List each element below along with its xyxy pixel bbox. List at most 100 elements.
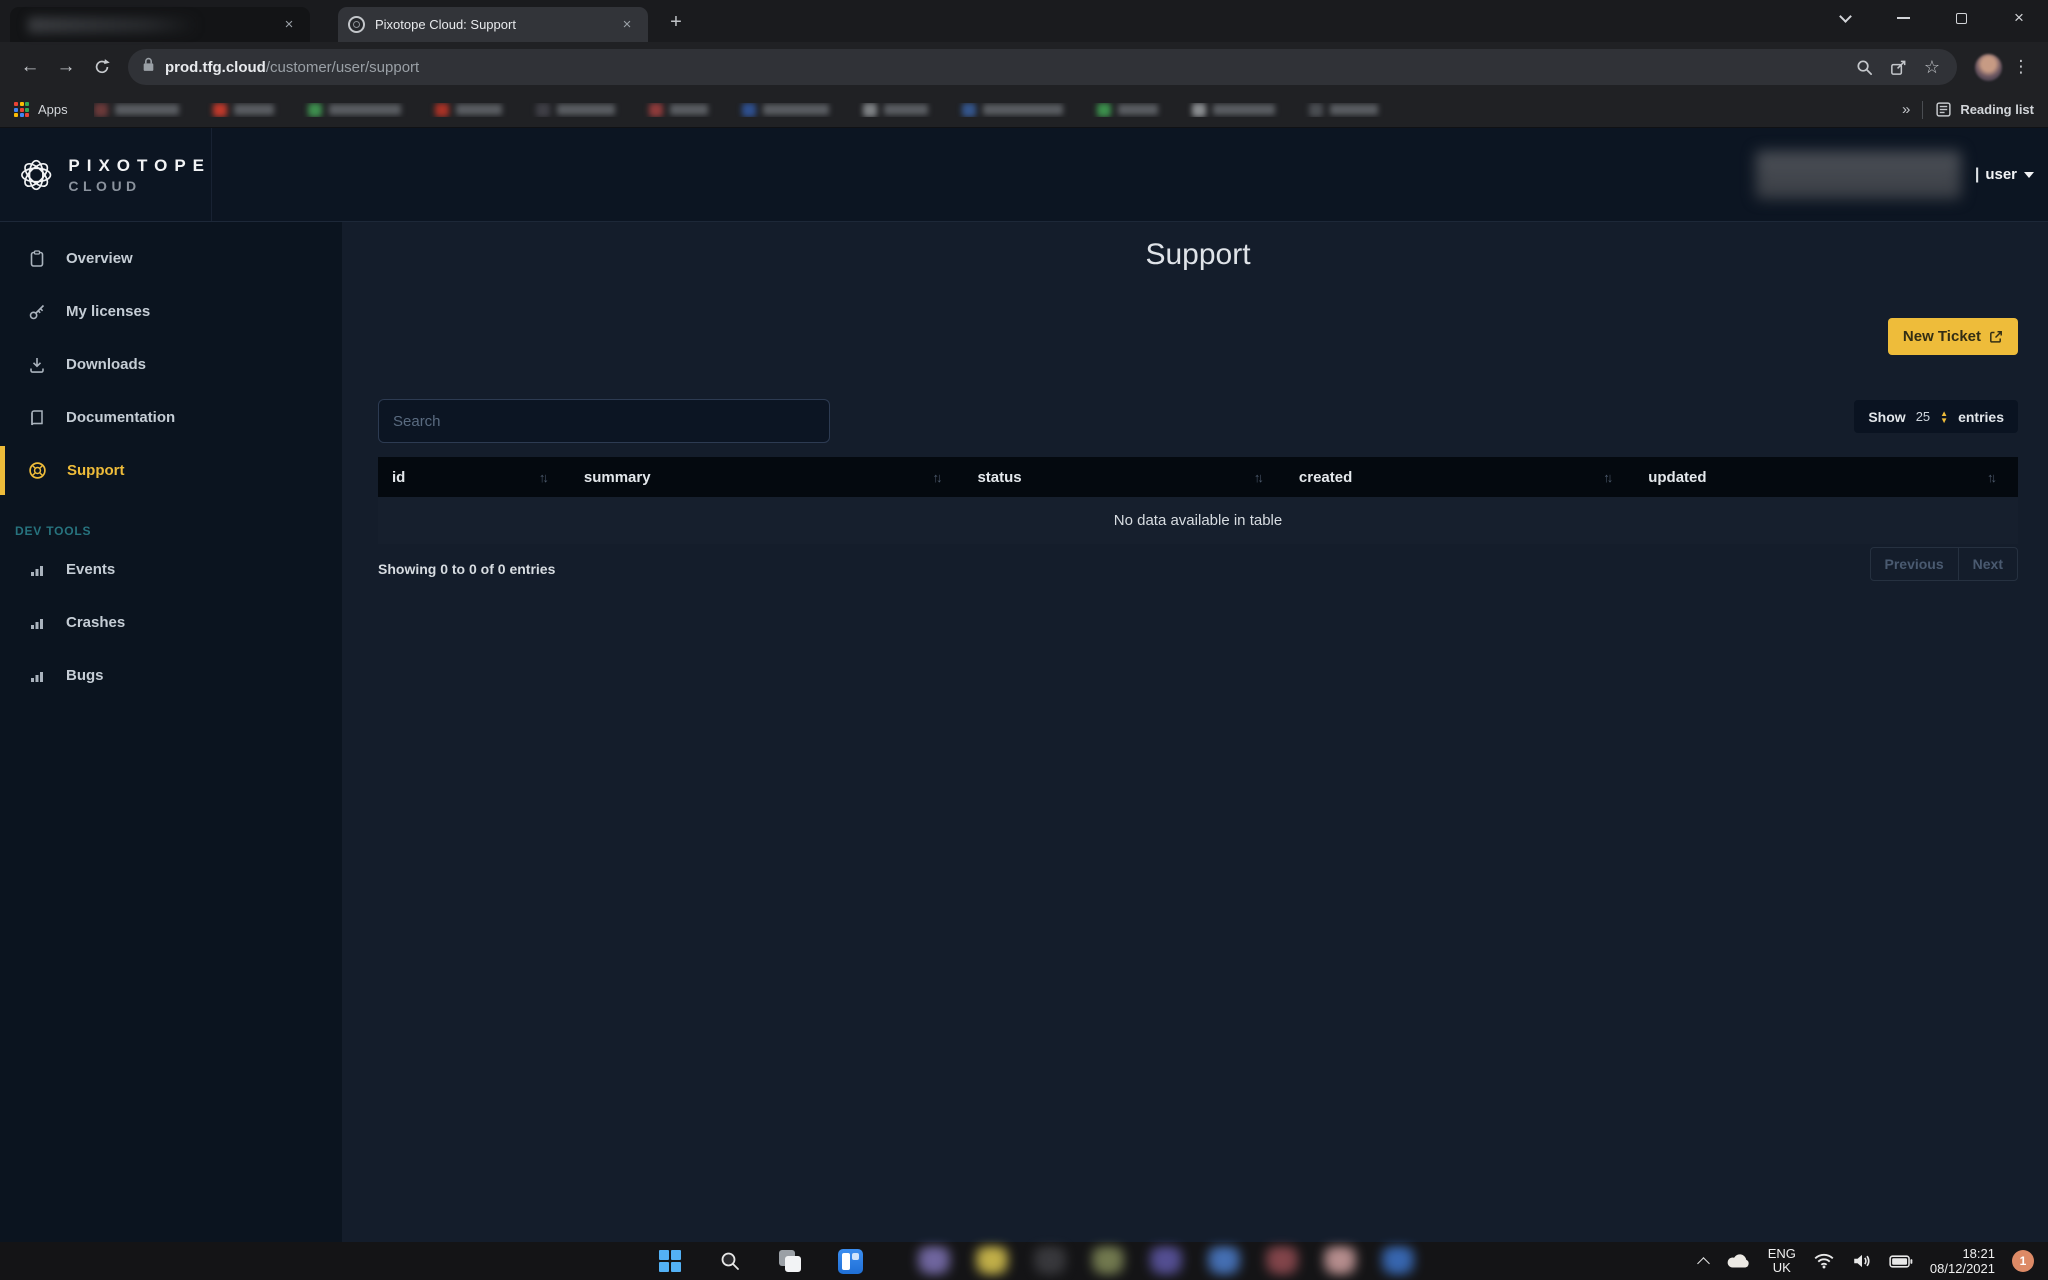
sidebar-item-overview[interactable]: Overview [0,232,342,285]
battery-icon[interactable] [1889,1255,1913,1268]
bookmark-favicon [435,103,449,117]
bookmark-title-blurred [763,104,829,115]
bookmark-item-blurred[interactable] [863,103,928,117]
taskbar-app-blurred[interactable] [1148,1246,1184,1276]
system-tray: ENG UK 18:21 08/12/2021 1 [1699,1246,2034,1276]
restore-button[interactable] [1932,0,1990,36]
taskbar-clock[interactable]: 18:21 08/12/2021 [1930,1246,1995,1276]
sidebar-item-my-licenses[interactable]: My licenses [0,285,342,338]
language-indicator[interactable]: ENG UK [1768,1247,1796,1275]
close-button[interactable]: × [1990,0,2048,36]
sort-icon[interactable]: ↑↓ [1603,470,1610,485]
bookmark-item-blurred[interactable] [1192,103,1275,117]
wifi-icon[interactable] [1813,1253,1835,1269]
active-indicator [0,446,5,495]
bookmark-item-blurred[interactable] [213,103,274,117]
bookmark-item-blurred[interactable] [1309,103,1378,117]
start-button[interactable] [652,1245,688,1277]
apps-grid-icon[interactable] [14,102,29,117]
profile-avatar[interactable] [1975,54,2002,81]
bookmark-item-blurred[interactable] [649,103,708,117]
chevron-down-icon[interactable] [2024,172,2034,178]
apps-shortcut[interactable]: Apps [38,102,68,117]
chrome-menu-icon[interactable]: ⋮ [2006,57,2036,77]
forward-icon[interactable]: → [48,49,84,85]
brand-logo[interactable]: PIXOTOPE CLOUD [0,128,212,221]
sort-icon[interactable]: ↑↓ [1987,470,1994,485]
bookmark-title-blurred [456,104,502,115]
sidebar-item-support[interactable]: Support [0,444,342,497]
column-header-created[interactable]: created ↑↓ [1285,457,1634,497]
sidebar-item-events[interactable]: Events [0,543,342,596]
divider [1922,101,1923,119]
bookmark-item-blurred[interactable] [536,103,615,117]
sidebar-item-documentation[interactable]: Documentation [0,391,342,444]
bookmark-item-blurred[interactable] [742,103,829,117]
taskbar-app-blurred[interactable] [1090,1246,1126,1276]
column-header-updated[interactable]: updated ↑↓ [1634,457,2018,497]
taskbar-app-blurred[interactable] [1032,1246,1068,1276]
speaker-icon[interactable] [1852,1253,1872,1269]
column-label: id [392,469,405,486]
address-bar[interactable]: prod.tfg.cloud/customer/user/support ☆ [128,49,1957,85]
bookmark-item-blurred[interactable] [94,103,179,117]
bookmark-item-blurred[interactable] [962,103,1063,117]
bookmarks-bar: Apps » Reading list [0,92,2048,128]
taskbar-app-blurred[interactable] [1322,1246,1358,1276]
bookmark-star-icon[interactable]: ☆ [1917,52,1947,82]
pixotope-cloud-app: PIXOTOPE CLOUD | user Overview M [0,128,2048,1242]
taskbar-app-blurred[interactable] [1380,1246,1416,1276]
url-text[interactable]: prod.tfg.cloud/customer/user/support [165,59,419,76]
bookmark-favicon [962,103,976,117]
zoom-search-icon[interactable] [1849,52,1879,82]
blurred-tab-content [28,17,198,33]
taskbar-app-blurred[interactable] [1206,1246,1242,1276]
share-icon[interactable] [1883,52,1913,82]
column-header-status[interactable]: status ↑↓ [963,457,1284,497]
column-header-summary[interactable]: summary ↑↓ [570,457,964,497]
sidebar-item-bugs[interactable]: Bugs [0,649,342,702]
page-length-control[interactable]: Show 25 ▲▼ entries [1854,400,2018,433]
sort-icon[interactable]: ↑↓ [1254,470,1261,485]
file-explorer-button[interactable] [832,1245,868,1277]
taskbar-app-blurred[interactable] [974,1246,1010,1276]
browser-tab-blurred[interactable]: × [10,7,310,42]
taskbar-app-blurred[interactable] [916,1246,952,1276]
browser-tab-active[interactable]: Pixotope Cloud: Support × [338,7,648,42]
previous-page-button[interactable]: Previous [1871,548,1959,580]
taskbar-app-blurred[interactable] [1264,1246,1300,1276]
tab-search-icon[interactable] [1816,0,1874,36]
sort-icon[interactable]: ↑↓ [539,470,546,485]
bookmark-item-blurred[interactable] [435,103,502,117]
minimize-button[interactable] [1874,0,1932,36]
user-menu[interactable]: user [1985,166,2017,183]
reading-list-button[interactable]: Reading list [1935,101,2034,118]
back-icon[interactable]: ← [12,49,48,85]
task-view-button[interactable] [772,1245,808,1277]
sidebar-label: Events [66,561,115,578]
notification-badge[interactable]: 1 [2012,1250,2034,1272]
bookmarks-overflow-icon[interactable]: » [1902,101,1910,118]
bookmark-favicon [863,103,877,117]
onedrive-cloud-icon[interactable] [1725,1253,1751,1269]
sidebar-item-crashes[interactable]: Crashes [0,596,342,649]
new-tab-button[interactable]: + [662,8,690,36]
tab-title: Pixotope Cloud: Support [375,17,516,32]
page-length-value[interactable]: 25 [1916,409,1930,424]
hidden-icons-chevron-icon[interactable] [1697,1257,1710,1270]
spinner-icon[interactable]: ▲▼ [1940,410,1948,424]
reload-icon[interactable] [84,49,120,85]
sidebar-item-downloads[interactable]: Downloads [0,338,342,391]
tab-close-icon[interactable]: × [278,14,300,36]
search-input[interactable] [378,399,830,443]
taskbar-search-button[interactable] [712,1245,748,1277]
bookmark-item-blurred[interactable] [308,103,401,117]
bookmark-item-blurred[interactable] [1097,103,1158,117]
new-ticket-button[interactable]: New Ticket [1888,318,2018,355]
next-page-button[interactable]: Next [1959,548,2017,580]
time: 18:21 [1930,1246,1995,1261]
book-icon [28,409,46,427]
sort-icon[interactable]: ↑↓ [932,470,939,485]
column-header-id[interactable]: id ↑↓ [378,457,570,497]
tab-close-icon[interactable]: × [616,14,638,36]
